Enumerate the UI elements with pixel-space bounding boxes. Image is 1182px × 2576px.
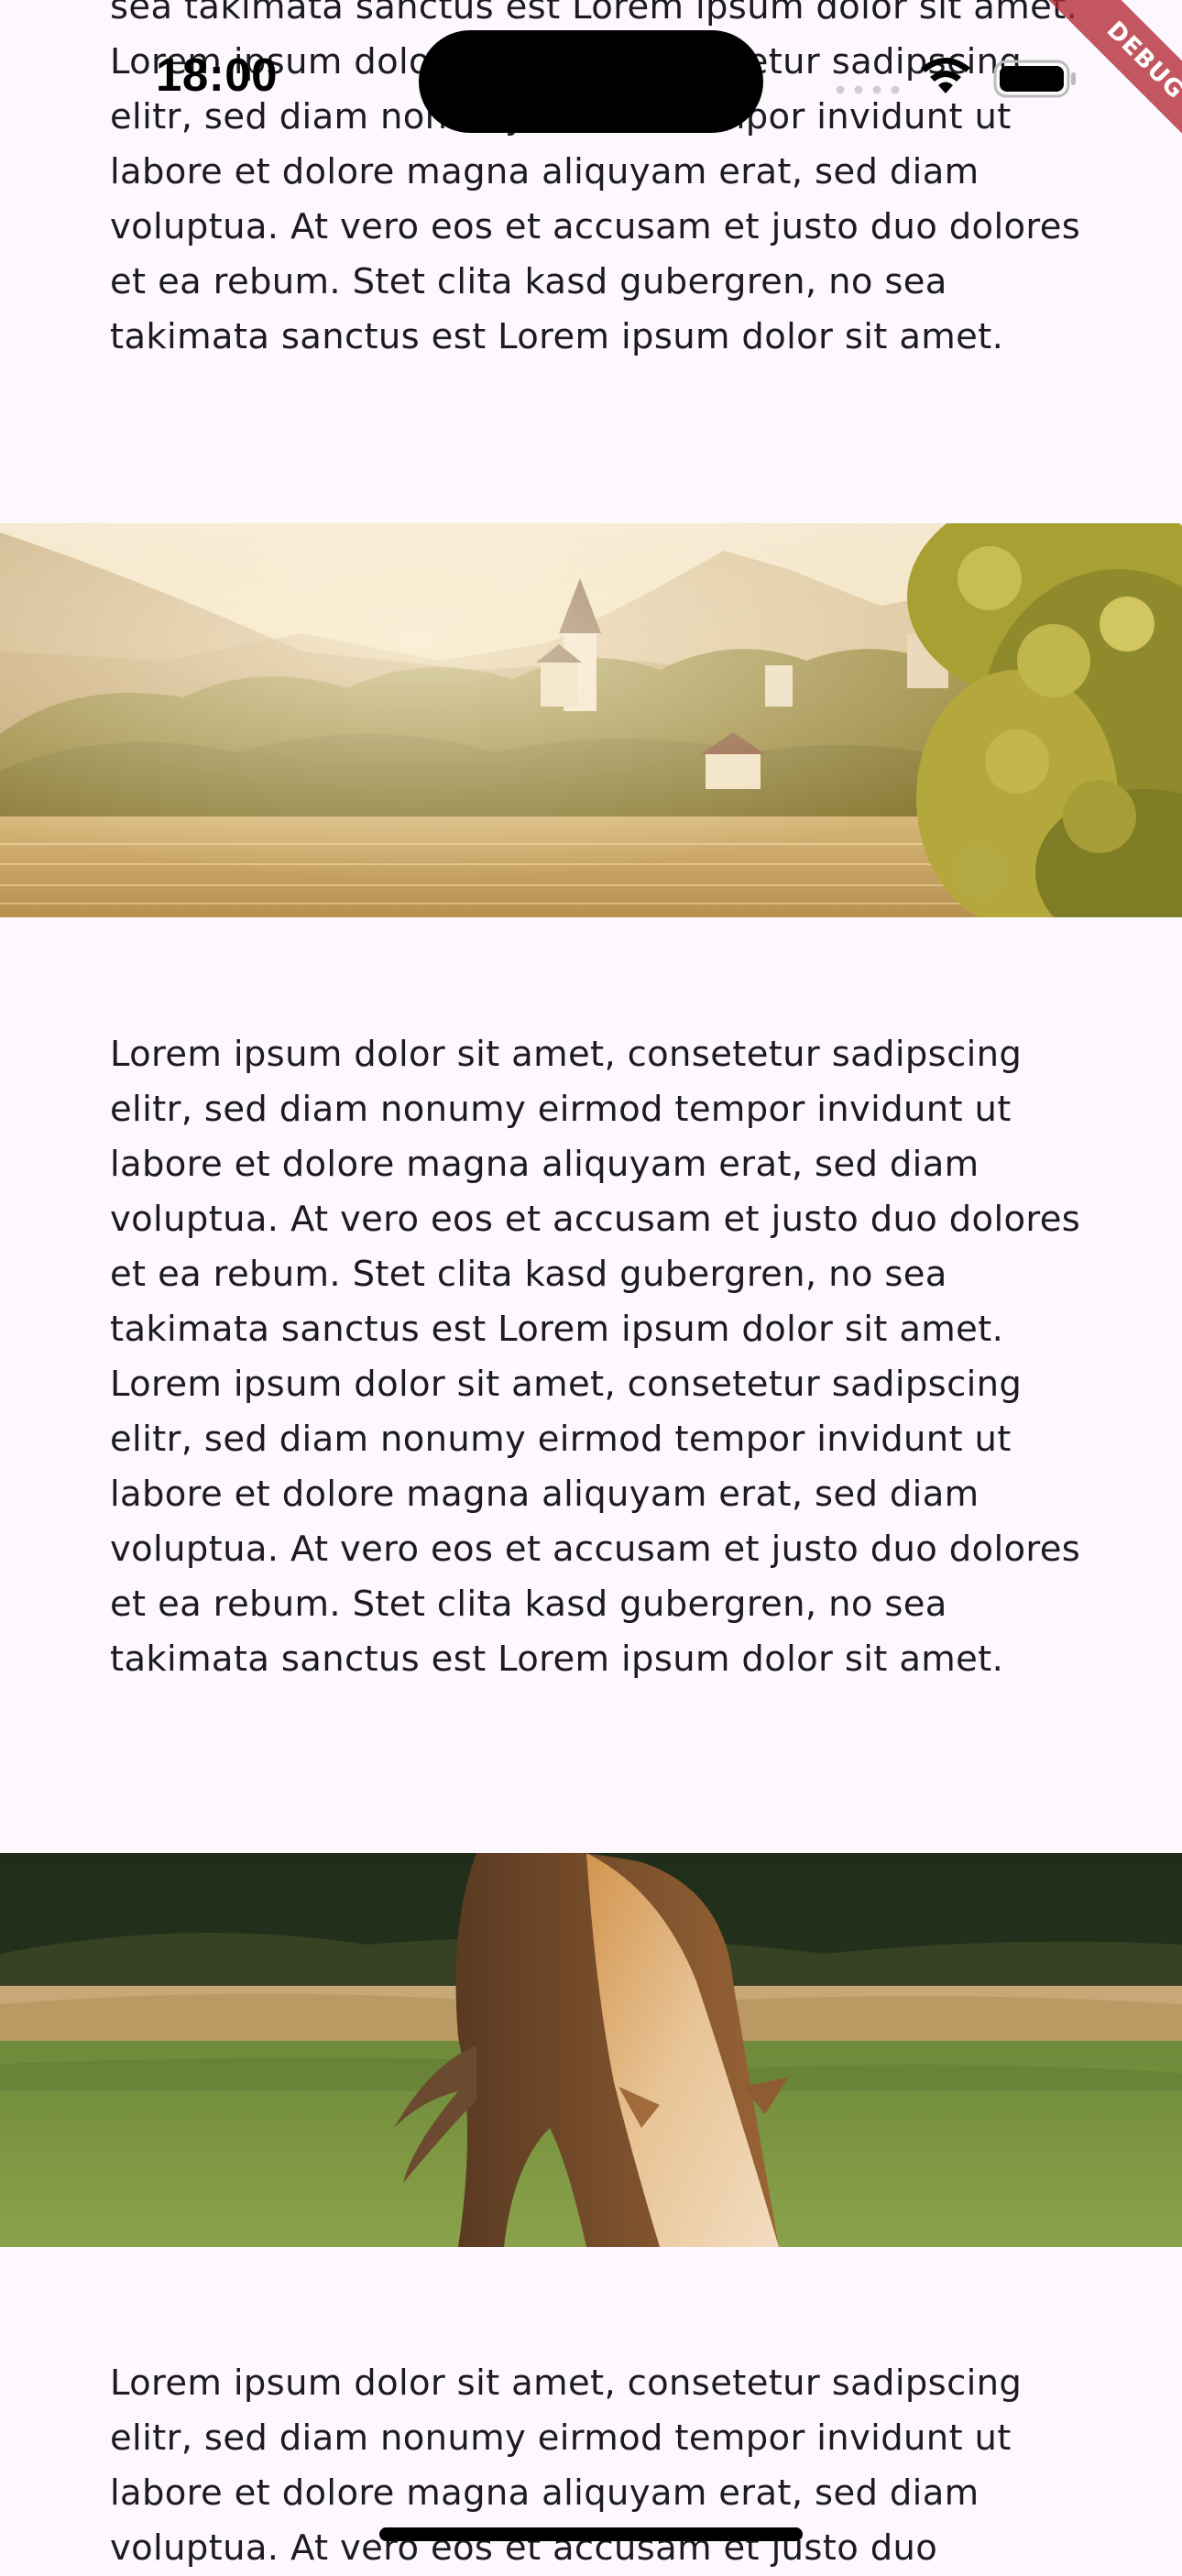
dynamic-island	[419, 30, 763, 133]
grazing-horse-image	[0, 1853, 1182, 2247]
paragraph-middle: Lorem ipsum dolor sit amet, consetetur s…	[110, 1034, 1081, 1680]
debug-banner: DEBUG	[999, 0, 1182, 183]
wifi-icon	[921, 58, 970, 93]
debug-ribbon-label: DEBUG	[1030, 0, 1182, 176]
home-indicator[interactable]	[379, 2527, 803, 2541]
cellular-signal-icon	[836, 85, 900, 94]
lake-village-image	[0, 523, 1182, 917]
status-time: 18:00	[156, 49, 278, 101]
paragraph-bottom: Lorem ipsum dolor sit amet, consetetur s…	[110, 2362, 1023, 2569]
